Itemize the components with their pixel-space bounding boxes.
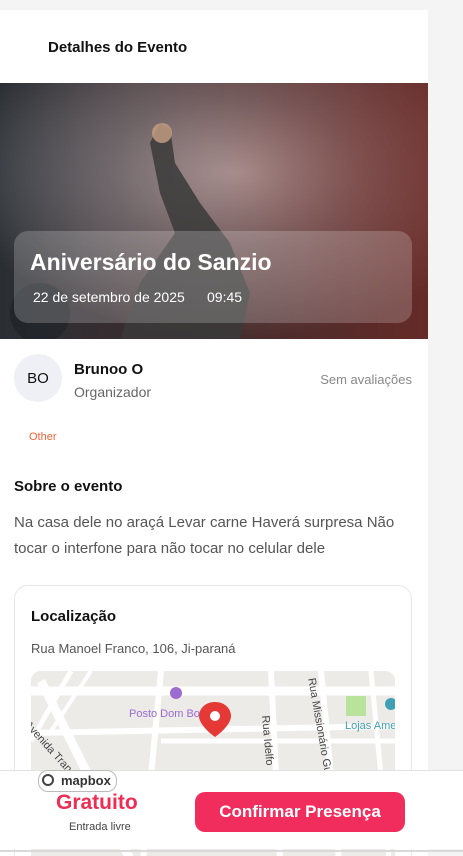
event-details-panel: Detalhes do Evento Aniversário do Sanzio…: [0, 10, 428, 856]
price: Gratuito: [56, 791, 138, 814]
event-title-card: Aniversário do Sanzio 22 de setembro de …: [14, 231, 412, 323]
event-date: 22 de setembro de 2025: [33, 289, 185, 305]
organizer-name: Brunoo O: [74, 361, 144, 378]
about-text: Na casa dele no araçá Levar carne Haverá…: [14, 514, 395, 557]
top-bar: Detalhes do Evento: [0, 10, 428, 82]
mapbox-attribution[interactable]: mapbox: [38, 770, 117, 792]
mapbox-logo-icon: [42, 774, 54, 786]
organizer-role: Organizador: [74, 384, 152, 400]
map-poi-label: Posto Dom Bo: [129, 708, 200, 720]
location-heading: Localização: [31, 608, 117, 625]
page-title: Detalhes do Evento: [48, 39, 188, 56]
divider: [0, 850, 463, 852]
avatar-initials: BO: [27, 369, 49, 387]
price-note: Entrada livre: [69, 821, 131, 833]
event-hero-image: Aniversário do Sanzio 22 de setembro de …: [0, 83, 428, 339]
event-title: Aniversário do Sanzio: [30, 249, 272, 275]
category-tag: Other: [29, 431, 57, 443]
map-poi-label: Lojas Ame: [345, 720, 395, 732]
location-address: Rua Manoel Franco, 106, Ji-paraná: [31, 641, 236, 656]
about-heading: Sobre o evento: [14, 478, 123, 495]
event-time: 09:45: [207, 289, 243, 305]
organizer-rating: Sem avaliações: [320, 372, 412, 387]
avatar: BO: [14, 354, 62, 402]
confirm-presence-button[interactable]: Confirmar Presença: [195, 792, 405, 832]
mapbox-attribution-text: mapbox: [61, 773, 111, 788]
organizer-row[interactable]: BO Brunoo O Organizador Sem avaliações: [0, 350, 428, 410]
